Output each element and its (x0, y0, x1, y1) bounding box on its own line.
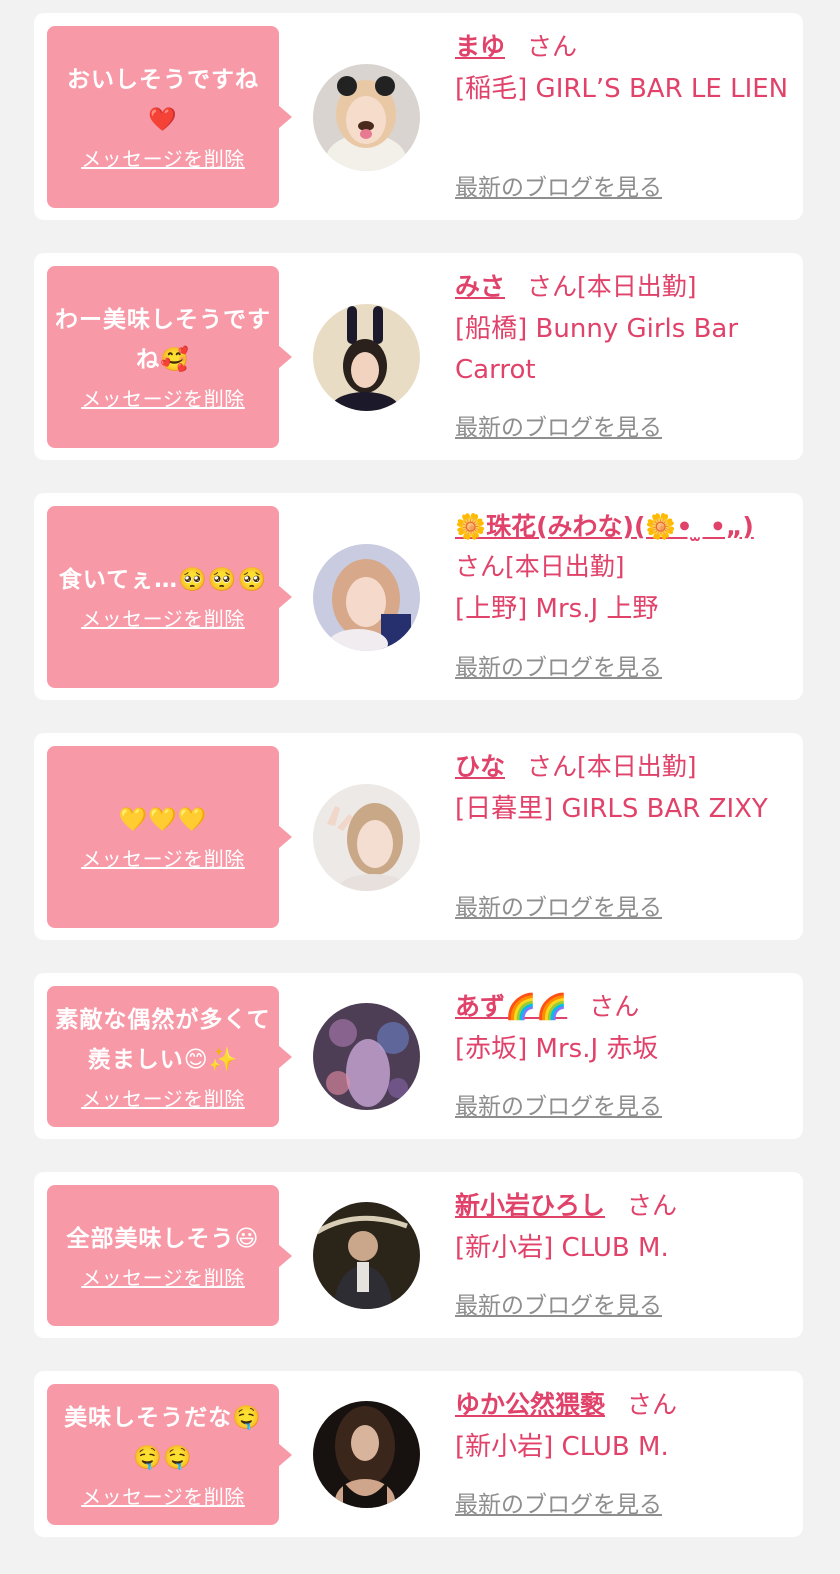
girl-peace-sign-photo (313, 784, 420, 891)
sender-info: 🌼珠花(みわな)(🌼• ̫ •„) さん[本日出勤] [上野] Mrs.J 上野 (455, 507, 791, 630)
message-card: 美味しそうだな🤤🤤🤤 メッセージを削除 ゆか公然猥褻 さん [新小岩] CLUB M. 最… (34, 1371, 803, 1537)
avatar[interactable] (313, 1401, 420, 1508)
latest-blog-link[interactable]: 最新のブログを見る (455, 891, 662, 925)
woman-dark-hair-photo (313, 1401, 420, 1508)
latest-blog-link[interactable]: 最新のブログを見る (455, 1488, 662, 1522)
message-text: おいしそうですね❤️ (67, 67, 259, 133)
latest-blog-link[interactable]: 最新のブログを見る (455, 651, 662, 685)
message-text: 美味しそうだな🤤🤤🤤 (64, 1404, 262, 1471)
message-card: 全部美味しそう😃 メッセージを削除 新小岩ひろし さん [新小岩] CLUB M. 最新の… (34, 1172, 803, 1338)
delete-message-link[interactable]: メッセージを削除 (81, 384, 245, 414)
today-badge: [本日出勤] (577, 752, 697, 781)
message-text: 💛💛💛 (118, 807, 208, 833)
sender-info: 新小岩ひろし さん [新小岩] CLUB M. (455, 1186, 791, 1269)
message-bubble: 全部美味しそう😃 メッセージを削除 (47, 1185, 292, 1326)
sender-name-link[interactable]: 新小岩ひろし (455, 1191, 605, 1220)
sender-name-line: あず🌈🌈 さん (455, 987, 791, 1027)
honorific: さん (627, 1191, 678, 1220)
message-bubble: わー美味しそうですね🥰 メッセージを削除 (47, 266, 292, 448)
message-bubble: 💛💛💛 メッセージを削除 (47, 746, 292, 928)
sender-name-line: ゆか公然猥褻 さん (455, 1385, 791, 1425)
sender-name-link[interactable]: ひな (455, 752, 505, 781)
honorific: さん (527, 32, 578, 61)
delete-message-link[interactable]: メッセージを削除 (81, 844, 245, 874)
latest-blog-link[interactable]: 最新のブログを見る (455, 171, 662, 205)
sender-name-line: ひな さん[本日出勤] (455, 747, 791, 787)
message-text: わー美味しそうですね🥰 (55, 307, 271, 373)
shop-name: [上野] Mrs.J 上野 (455, 594, 659, 624)
message-card: 💛💛💛 メッセージを削除 ひな さん[本日出勤] [日暮里] GIRLS BAR ZIX… (34, 733, 803, 940)
sender-name-link[interactable]: まゆ (455, 32, 505, 61)
message-bubble: 食いてぇ…🥺🥺🥺 メッセージを削除 (47, 506, 292, 688)
delete-message-link[interactable]: メッセージを削除 (81, 1482, 245, 1512)
today-badge: [本日出勤] (505, 552, 625, 581)
sender-name-line: まゆ さん (455, 27, 791, 67)
message-text: 食いてぇ…🥺🥺🥺 (58, 567, 268, 593)
blurred-bar-photo (313, 1003, 420, 1110)
latest-blog-link[interactable]: 最新のブログを見る (455, 1289, 662, 1323)
avatar[interactable] (313, 1003, 420, 1110)
shop-name: [稲毛] GIRL’S BAR LE LIEN (455, 74, 789, 104)
today-badge: [本日出勤] (577, 272, 697, 301)
shop-name: [船橋] Bunny Girls Bar Carrot (455, 314, 739, 385)
sender-name-line: 新小岩ひろし さん (455, 1186, 791, 1226)
shop-name: [新小岩] CLUB M. (455, 1432, 669, 1462)
avatar[interactable] (313, 304, 420, 411)
sender-name-link[interactable]: あず🌈🌈 (455, 992, 567, 1021)
latest-blog-link[interactable]: 最新のブログを見る (455, 1090, 662, 1124)
honorific: さん (527, 272, 578, 301)
shop-name: [新小岩] CLUB M. (455, 1233, 669, 1263)
message-bubble: 美味しそうだな🤤🤤🤤 メッセージを削除 (47, 1384, 292, 1525)
sender-info: まゆ さん [稲毛] GIRL’S BAR LE LIEN (455, 27, 791, 110)
delete-message-link[interactable]: メッセージを削除 (81, 1263, 245, 1293)
message-list: おいしそうですね❤️ メッセージを削除 まゆ さん [稲毛] GIRL’S BAR LE… (0, 0, 840, 1537)
avatar[interactable] (313, 784, 420, 891)
honorific: さん (627, 1390, 678, 1419)
honorific: さん (455, 552, 506, 581)
message-bubble: 素敵な偶然が多くて羨ましい😊✨ メッセージを削除 (47, 986, 292, 1127)
honorific: さん (527, 752, 578, 781)
delete-message-link[interactable]: メッセージを削除 (81, 144, 245, 174)
sender-info: ゆか公然猥褻 さん [新小岩] CLUB M. (455, 1385, 791, 1468)
message-card: わー美味しそうですね🥰 メッセージを削除 みさ さん[本日出勤] [船橋] Bunny … (34, 253, 803, 460)
sender-name-line: 🌼珠花(みわな)(🌼• ̫ •„) さん[本日出勤] (455, 507, 791, 587)
message-bubble: おいしそうですね❤️ メッセージを削除 (47, 26, 292, 208)
girl-blonde-photo (313, 544, 420, 651)
delete-message-link[interactable]: メッセージを削除 (81, 1084, 245, 1114)
sender-info: ひな さん[本日出勤] [日暮里] GIRLS BAR ZIXY (455, 747, 791, 830)
avatar[interactable] (313, 1202, 420, 1309)
sender-info: みさ さん[本日出勤] [船橋] Bunny Girls Bar Carrot (455, 267, 791, 391)
delete-message-link[interactable]: メッセージを削除 (81, 604, 245, 634)
sender-name-link[interactable]: みさ (455, 272, 505, 301)
message-card: おいしそうですね❤️ メッセージを削除 まゆ さん [稲毛] GIRL’S BAR LE… (34, 13, 803, 220)
latest-blog-link[interactable]: 最新のブログを見る (455, 411, 662, 445)
girl-with-dog-filter-photo (313, 64, 420, 171)
sender-name-line: みさ さん[本日出勤] (455, 267, 791, 307)
shop-name: [日暮里] GIRLS BAR ZIXY (455, 794, 768, 824)
message-text: 全部美味しそう😃 (66, 1225, 260, 1252)
shop-name: [赤坂] Mrs.J 赤坂 (455, 1034, 659, 1064)
bunny-ears-girl-photo (313, 304, 420, 411)
message-card: 素敵な偶然が多くて羨ましい😊✨ メッセージを削除 あず🌈🌈 さん [赤坂] Mrs.J … (34, 973, 803, 1139)
message-text: 素敵な偶然が多くて羨ましい😊✨ (55, 1006, 271, 1073)
sender-name-link[interactable]: ゆか公然猥褻 (455, 1390, 605, 1419)
man-in-suit-photo (313, 1202, 420, 1309)
avatar[interactable] (313, 544, 420, 651)
sender-name-link[interactable]: 🌼珠花(みわな)(🌼• ̫ •„) (455, 512, 754, 541)
sender-info: あず🌈🌈 さん [赤坂] Mrs.J 赤坂 (455, 987, 791, 1070)
avatar[interactable] (313, 64, 420, 171)
message-card: 食いてぇ…🥺🥺🥺 メッセージを削除 🌼珠花(みわな)(🌼• ̫ •„) さん[本日出勤… (34, 493, 803, 700)
honorific: さん (589, 992, 640, 1021)
